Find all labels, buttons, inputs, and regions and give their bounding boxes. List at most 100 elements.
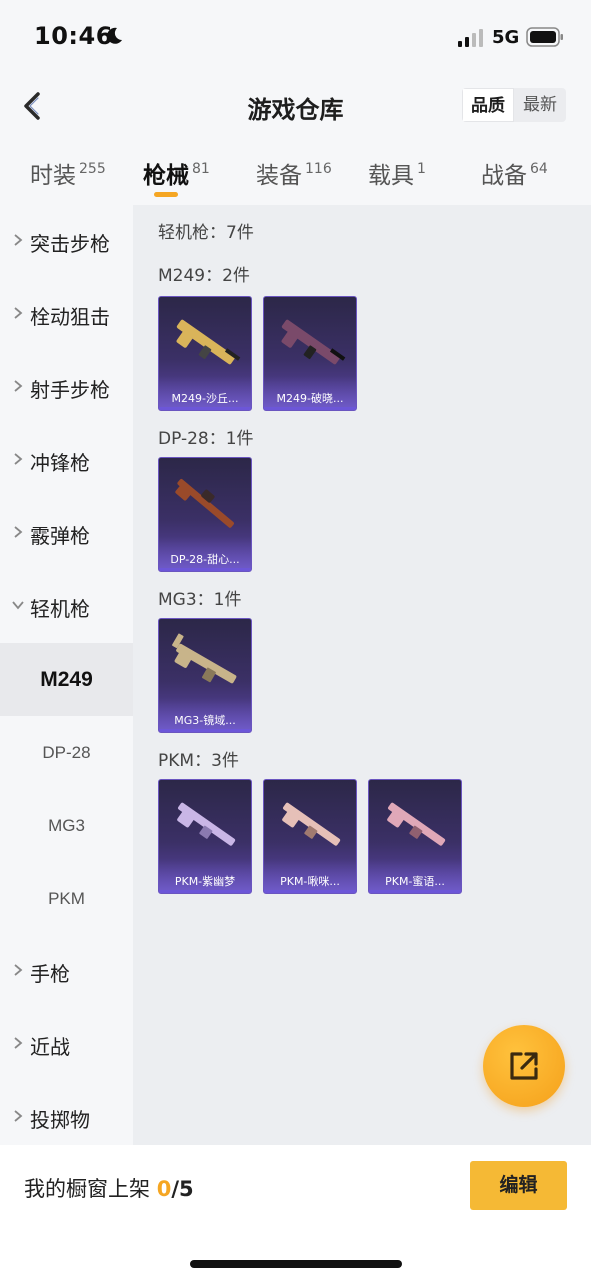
rarity-bar (264, 890, 356, 893)
lmg-skin-icon (281, 319, 346, 365)
lmg-skin-icon (172, 633, 237, 684)
back-button[interactable] (16, 84, 52, 128)
sidebar-item-label: 手枪 (30, 962, 70, 986)
tab-count: 1 (417, 161, 426, 177)
tab-fashion[interactable]: 时装 255 (30, 156, 106, 190)
tab-count: 116 (305, 161, 332, 177)
rarity-bar (159, 729, 251, 732)
group-label-mg3: MG3：1件 (158, 590, 242, 610)
active-tab-indicator (154, 192, 178, 197)
skin-card[interactable]: DP-28-甜心... (158, 457, 252, 572)
category-summary: 轻机枪：7件 (158, 223, 254, 243)
lmg-skin-icon (387, 802, 446, 846)
skin-name: PKM-紫幽梦 (174, 875, 236, 888)
sidebar-subitem-pkm[interactable]: PKM (0, 862, 133, 935)
sidebar-item-label: 突击步枪 (30, 232, 110, 256)
tab-count: 81 (192, 161, 210, 177)
sidebar-item-label: 轻机枪 (30, 597, 90, 621)
chevron-right-icon (14, 234, 23, 246)
header: 游戏仓库 品质 最新 (0, 76, 591, 136)
chevron-right-icon (14, 526, 23, 538)
skin-card[interactable]: M249-沙丘... (158, 296, 252, 411)
skin-name: M249-沙丘... (171, 392, 239, 405)
sidebar-subitem-mg3[interactable]: MG3 (0, 789, 133, 862)
skin-card[interactable]: PKM-啾咪... (263, 779, 357, 894)
tab-label: 装备 (256, 163, 302, 189)
sidebar-item-assault-rifle[interactable]: 突击步枪 (0, 205, 133, 278)
sidebar-item-pistol[interactable]: 手枪 (0, 935, 133, 1008)
weapon-category-sidebar: 突击步枪 栓动狙击 射手步枪 冲锋枪 霰弹枪 轻机枪 M249 DP-28 MG… (0, 205, 133, 1145)
group-label-dp28: DP-28：1件 (158, 429, 254, 449)
lmg-skin-icon (175, 479, 234, 528)
sidebar-item-lmg[interactable]: 轻机枪 (0, 570, 133, 643)
tab-label: 枪械 (143, 163, 189, 189)
sidebar-item-melee[interactable]: 近战 (0, 1008, 133, 1081)
skin-name: MG3-镜域... (174, 714, 236, 727)
sidebar-item-label: 射手步枪 (30, 378, 110, 402)
sidebar-item-throwables[interactable]: 投掷物 (0, 1081, 133, 1154)
tab-vehicles[interactable]: 载具 1 (368, 156, 426, 190)
sidebar-item-shotgun[interactable]: 霰弹枪 (0, 497, 133, 570)
edit-button[interactable]: 编辑 (470, 1161, 567, 1210)
share-icon (510, 1052, 538, 1080)
group-label-pkm: PKM：3件 (158, 751, 239, 771)
lmg-skin-icon (282, 802, 341, 846)
showcase-total: /5 (171, 1177, 194, 1201)
status-bar: 10:46 5G (0, 0, 591, 76)
skin-card[interactable]: MG3-镜域... (158, 618, 252, 733)
showcase-count: 0 (156, 1177, 172, 1201)
sort-toggle: 品质 最新 (462, 88, 566, 122)
chevron-right-icon (14, 307, 23, 319)
sidebar-subitem-dp28[interactable]: DP-28 (0, 716, 133, 789)
chevron-right-icon (14, 453, 23, 465)
skin-name: PKM-蜜语... (385, 875, 445, 888)
sidebar-item-label: 投掷物 (30, 1108, 90, 1132)
skin-name: PKM-啾咪... (280, 875, 340, 888)
share-button[interactable] (483, 1025, 565, 1107)
home-indicator (190, 1260, 402, 1268)
chevron-left-icon (24, 92, 40, 120)
weapon-skin-list: 轻机枪：7件 M249：2件 M249-沙丘... M249-破晓... DP-… (133, 205, 591, 1145)
skin-card[interactable]: M249-破晓... (263, 296, 357, 411)
chevron-right-icon (14, 1110, 23, 1122)
sidebar-item-label: 霰弹枪 (30, 524, 90, 548)
sidebar-item-smg[interactable]: 冲锋枪 (0, 424, 133, 497)
tab-label: 战备 (481, 163, 527, 189)
moon-icon (107, 27, 122, 44)
sidebar-item-label: 栓动狙击 (30, 305, 110, 329)
tab-count: 64 (530, 161, 548, 177)
chevron-right-icon (14, 380, 23, 392)
chevron-down-icon (12, 601, 24, 610)
bottom-bar: 我的橱窗上架 0/5 编辑 (0, 1145, 591, 1280)
battery-icon (526, 27, 563, 47)
chevron-right-icon (14, 964, 23, 976)
sidebar-item-marksman-rifle[interactable]: 射手步枪 (0, 351, 133, 424)
lmg-skin-icon (176, 319, 241, 365)
skin-name: DP-28-甜心... (170, 553, 240, 566)
rarity-bar (159, 890, 251, 893)
sidebar-item-label: 近战 (30, 1035, 70, 1059)
tab-count: 255 (79, 161, 106, 177)
showcase-label: 我的橱窗上架 (24, 1177, 150, 1201)
sort-quality-option[interactable]: 品质 (462, 88, 514, 122)
rarity-bar (369, 890, 461, 893)
sidebar-item-bolt-sniper[interactable]: 栓动狙击 (0, 278, 133, 351)
rarity-bar (159, 407, 251, 410)
tab-supplies[interactable]: 战备 64 (481, 156, 548, 190)
sort-newest-option[interactable]: 最新 (514, 88, 566, 122)
lmg-skin-icon (177, 802, 236, 846)
tab-label: 时装 (30, 163, 76, 189)
skin-card[interactable]: PKM-蜜语... (368, 779, 462, 894)
category-tabs: 时装 255 枪械 81 装备 116 载具 1 战备 64 (0, 150, 591, 202)
tab-firearms[interactable]: 枪械 81 (143, 156, 210, 190)
tab-equipment[interactable]: 装备 116 (256, 156, 332, 190)
skin-card[interactable]: PKM-紫幽梦 (158, 779, 252, 894)
showcase-status: 我的橱窗上架 0/5 (24, 1173, 194, 1203)
rarity-bar (264, 407, 356, 410)
sidebar-subitem-m249[interactable]: M249 (0, 643, 133, 716)
tab-label: 载具 (368, 163, 414, 189)
chevron-right-icon (14, 1037, 23, 1049)
status-time: 10:46 (34, 22, 113, 50)
sidebar-item-label: 冲锋枪 (30, 451, 90, 475)
rarity-bar (159, 568, 251, 571)
